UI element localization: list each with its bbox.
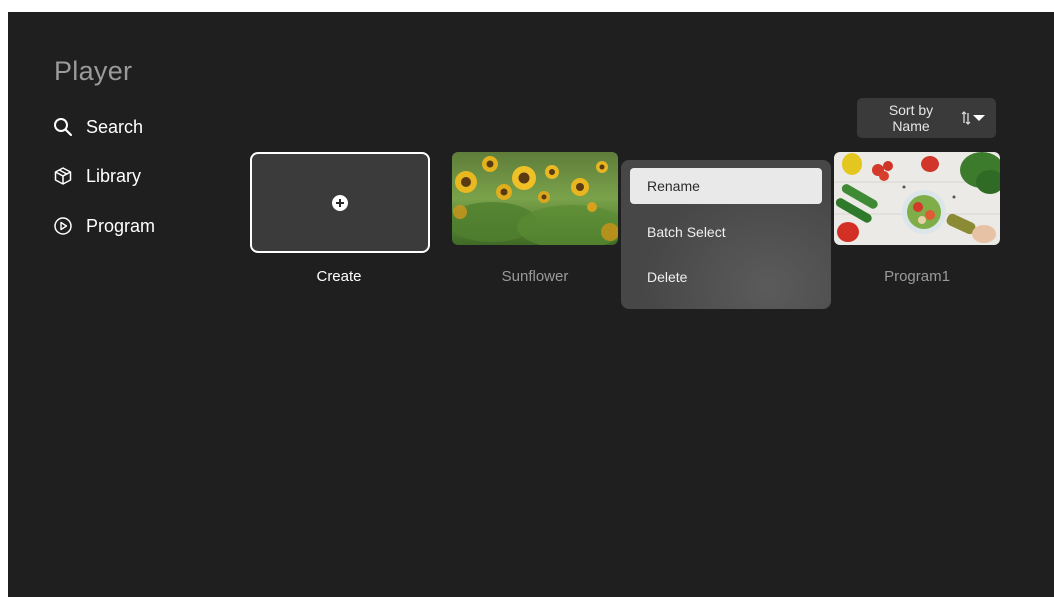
app-title: Player — [54, 56, 133, 86]
create-label: Create — [316, 268, 362, 285]
sidebar-item-program[interactable]: Program — [52, 211, 155, 241]
program-icon — [52, 215, 74, 237]
sidebar-item-library[interactable]: Library — [52, 161, 141, 191]
menu-item-delete[interactable]: Delete — [630, 259, 822, 295]
sort-label-line1: Sort by — [888, 102, 934, 118]
sidebar-item-label: Program — [86, 215, 156, 236]
sidebar-item-search[interactable]: Search — [52, 112, 143, 142]
sort-label-line2: Name — [892, 118, 930, 134]
sidebar-item-label: Search — [86, 116, 144, 137]
menu-item-batch-select[interactable]: Batch Select — [630, 214, 822, 250]
sort-button[interactable]: Sort by Name — [857, 98, 996, 138]
sort-label: Sort by Name — [871, 102, 951, 134]
sort-icon — [961, 110, 987, 126]
menu-item-rename[interactable]: Rename — [630, 168, 822, 204]
program1-thumbnail — [834, 152, 1000, 245]
player-screen: Player Search Library Program Sort by Na… — [8, 12, 1054, 597]
context-menu: Rename Batch Select Delete — [621, 160, 831, 309]
sidebar-item-label: Library — [86, 165, 142, 186]
library-icon — [52, 165, 74, 187]
card-label: Sunflower — [501, 268, 569, 285]
create-card[interactable] — [250, 152, 430, 253]
sunflower-thumbnail — [452, 152, 618, 245]
add-circle-icon — [332, 194, 348, 211]
search-icon — [52, 116, 74, 138]
card-label: Program1 — [884, 268, 950, 285]
